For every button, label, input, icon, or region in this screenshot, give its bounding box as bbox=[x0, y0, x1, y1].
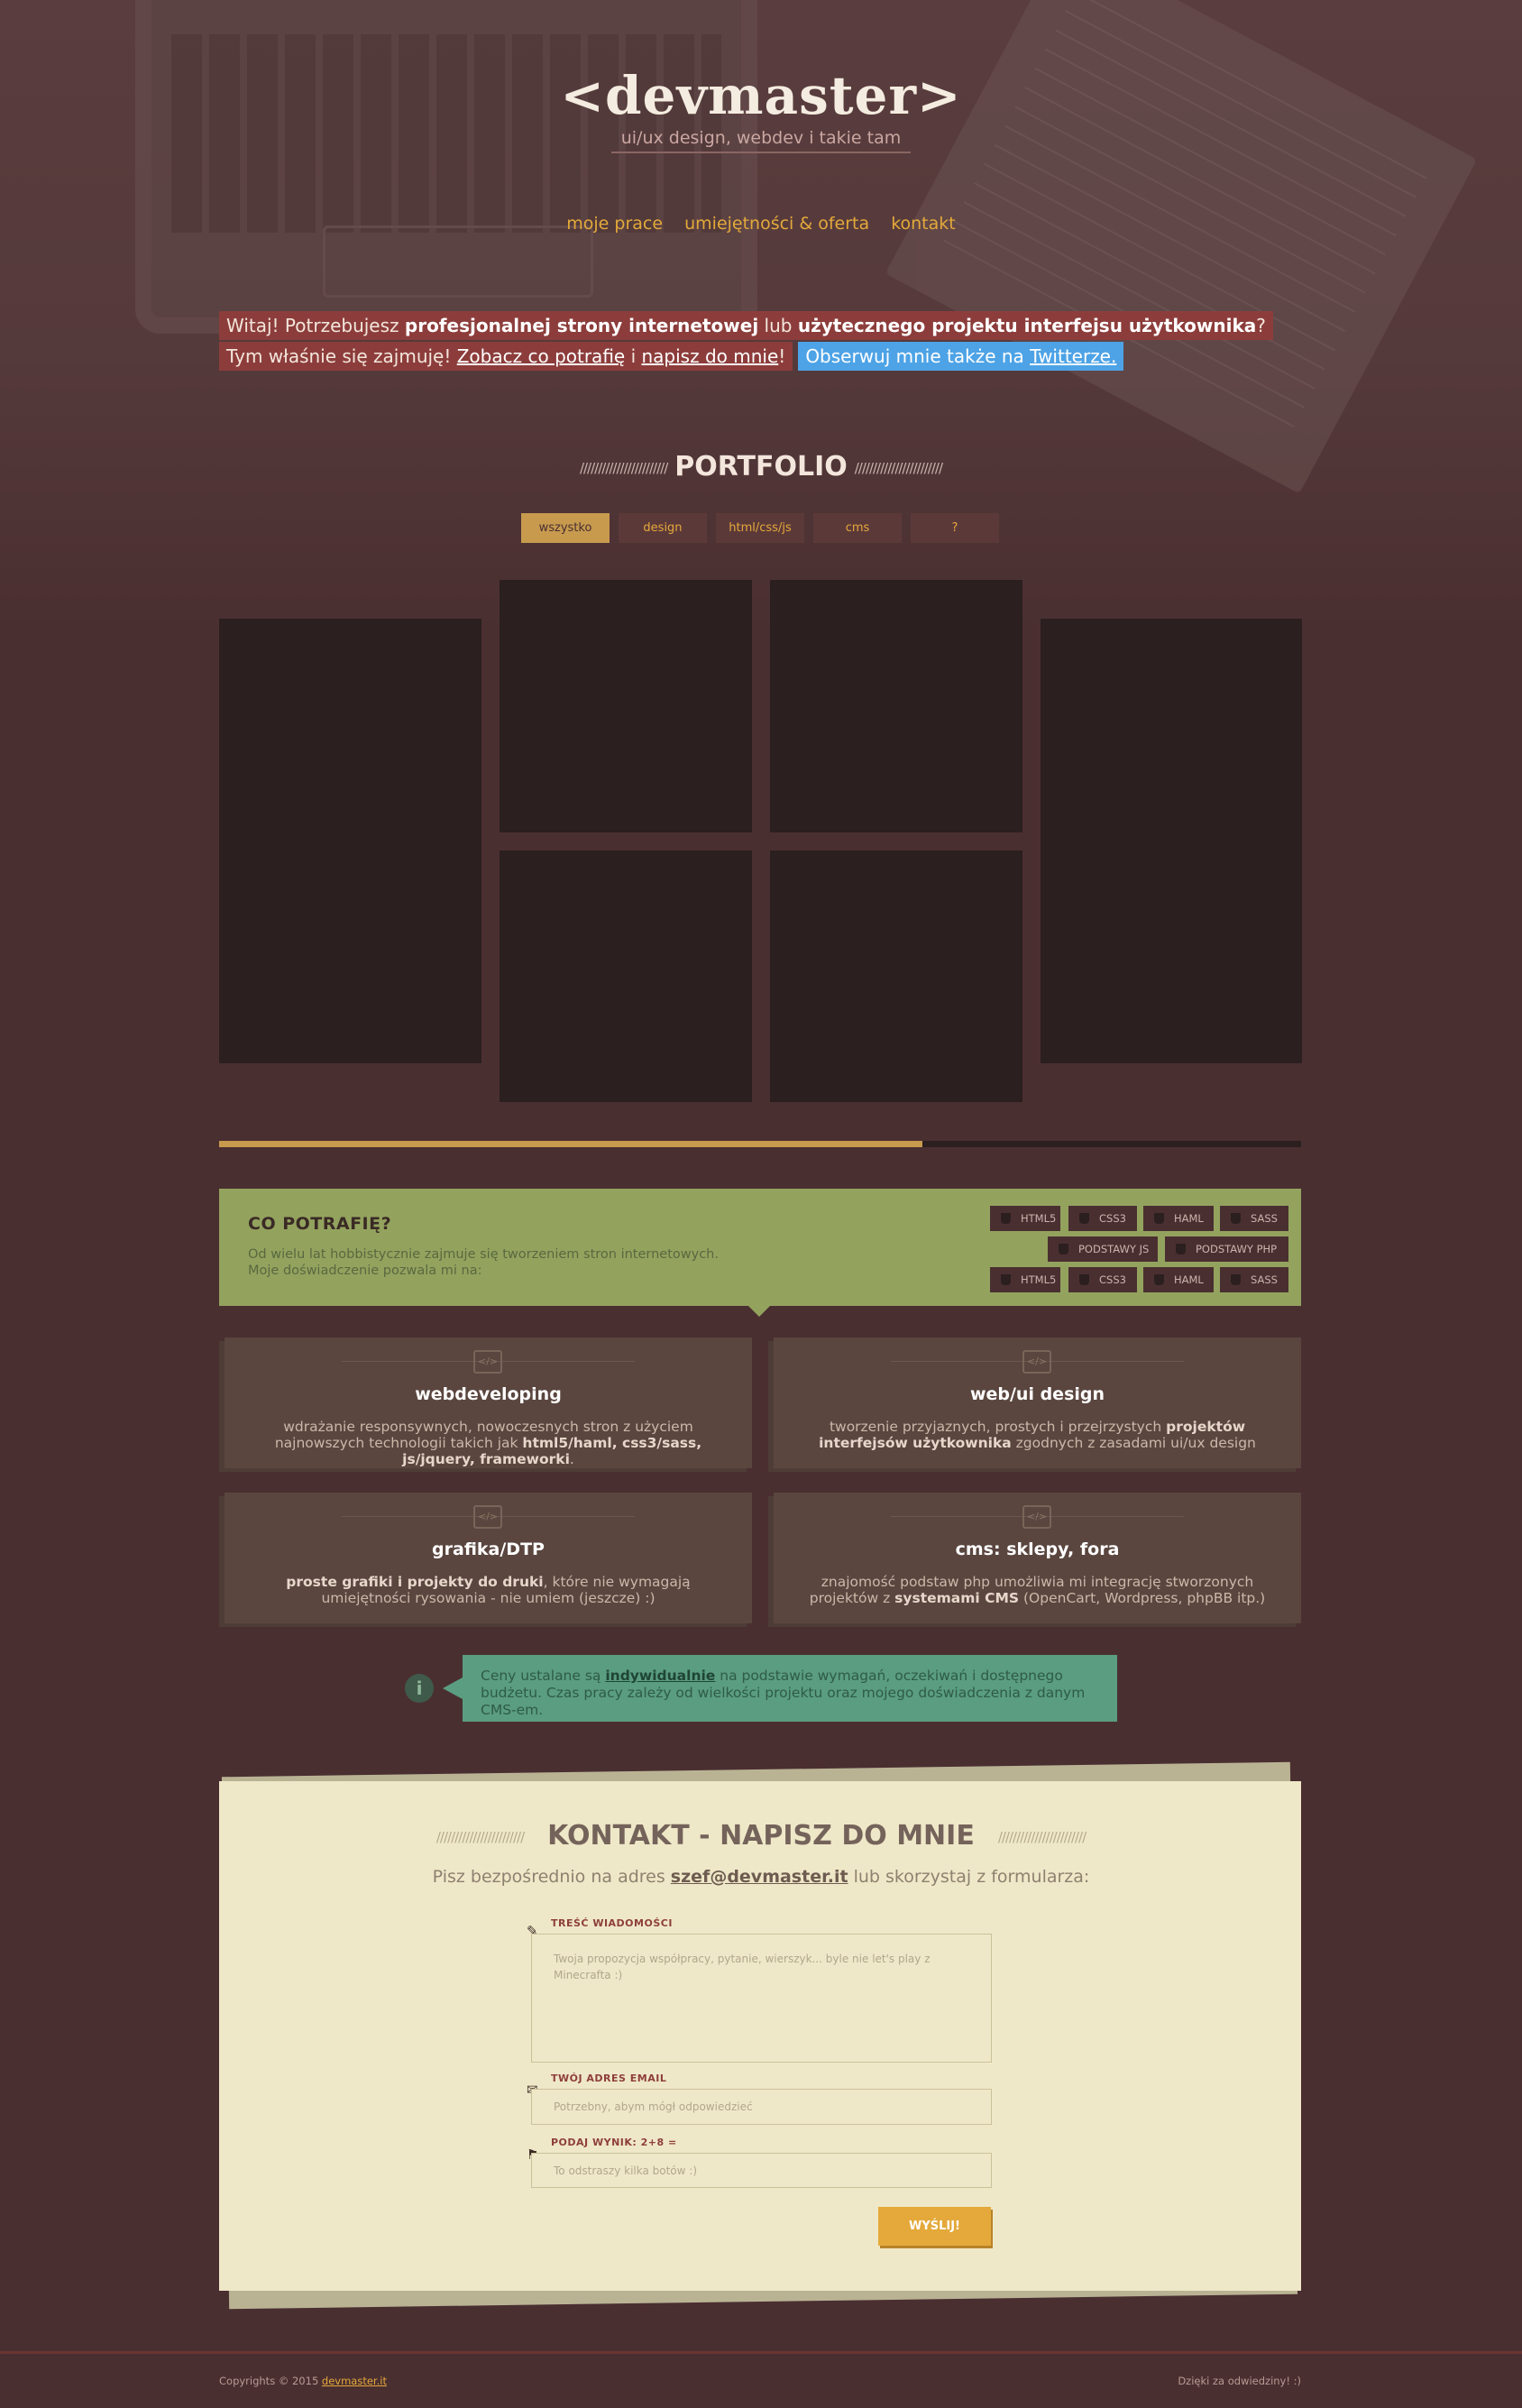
intro-bold-web: profesjonalnej strony internetowej bbox=[404, 315, 759, 336]
contact-sub-part: lub skorzystaj z formularza: bbox=[848, 1867, 1090, 1887]
contact-subtitle: Pisz bezpośrednio na adres szef@devmaste… bbox=[0, 1867, 1522, 1887]
message-textarea[interactable] bbox=[531, 1934, 992, 2063]
intro-link-contact[interactable]: napisz do mnie bbox=[642, 345, 779, 367]
intro-text-part: Witaj! Potrzebujesz bbox=[226, 315, 405, 336]
card-text-bold: systemami CMS bbox=[894, 1590, 1020, 1606]
card-text-part: tworzenie przyjaznych, prostych i przejr… bbox=[829, 1419, 1167, 1435]
footer-copyright: Copyrights © 2015 devmaster.it bbox=[219, 2375, 387, 2387]
logo[interactable]: <devmaster> bbox=[0, 65, 1522, 126]
tagline: ui/ux design, webdev i takie tam bbox=[611, 128, 911, 153]
card-text-part: . bbox=[569, 1451, 574, 1467]
code-window-icon: </> bbox=[473, 1505, 502, 1529]
filter-other[interactable]: ? bbox=[911, 513, 999, 543]
card-text-bold: proste grafiki i projekty do druki bbox=[286, 1574, 544, 1590]
card-text: tworzenie przyjaznych, prostych i przejr… bbox=[792, 1419, 1283, 1451]
contact-sub-part: Pisz bezpośrednio na adres bbox=[432, 1867, 671, 1887]
portfolio-item[interactable] bbox=[770, 580, 1022, 832]
badge-haml: HAML bbox=[1143, 1206, 1214, 1231]
filter-cms[interactable]: cms bbox=[813, 513, 902, 543]
card-text: znajomość podstaw php umożliwia mi integ… bbox=[792, 1574, 1283, 1606]
nav-link-umiejetnosci[interactable]: umiejętności & oferta bbox=[684, 214, 869, 234]
skills-description: Od wielu lat hobbistycznie zajmuje się t… bbox=[248, 1247, 719, 1278]
code-window-icon: </> bbox=[1022, 1505, 1051, 1529]
contact-email-link[interactable]: szef@devmaster.it bbox=[671, 1867, 848, 1887]
copyright-text: Copyrights © 2015 bbox=[219, 2375, 322, 2387]
footer-thanks: Dzięki za odwiedziny! :) bbox=[1178, 2375, 1301, 2387]
intro-link-skills[interactable]: Zobacz co potrafię bbox=[457, 345, 625, 367]
twitter-link[interactable]: Twitterze. bbox=[1030, 345, 1116, 367]
info-icon: i bbox=[405, 1674, 434, 1703]
message-label: TREŚĆ WIADOMOŚCI bbox=[551, 1917, 673, 1929]
portfolio-item[interactable] bbox=[219, 619, 481, 1063]
main-nav: moje prace umiejętności & oferta kontakt bbox=[0, 214, 1522, 234]
footer-divider bbox=[0, 2351, 1522, 2354]
intro-text-part: lub bbox=[758, 315, 798, 336]
card-title: grafika/DTP bbox=[432, 1539, 545, 1559]
nav-link-moje-prace[interactable]: moje prace bbox=[566, 214, 663, 234]
card-title: cms: sklepy, fora bbox=[955, 1539, 1120, 1559]
pricing-info-box: Ceny ustalane są indywidualnie na podsta… bbox=[443, 1655, 1117, 1722]
badge-html5: HTML5 bbox=[990, 1206, 1060, 1231]
card-text: proste grafiki i projekty do druki, któr… bbox=[243, 1574, 734, 1606]
filter-html-css-js[interactable]: html/css/js bbox=[716, 513, 804, 543]
badge-podstawy-php: PODSTAWY PHP bbox=[1165, 1236, 1288, 1262]
badge-css3: CSS3 bbox=[1068, 1267, 1137, 1292]
twitter-callout: Obserwuj mnie także na Twitterze. bbox=[798, 342, 1124, 371]
portfolio-progress-bar bbox=[219, 1141, 1301, 1147]
twitter-text: Obserwuj mnie także na bbox=[805, 345, 1031, 367]
slashes-right: //////////////////////// bbox=[854, 459, 943, 476]
badge-haml: HAML bbox=[1143, 1267, 1214, 1292]
card-text: wdrażanie responsywnych, nowoczesnych st… bbox=[243, 1419, 734, 1467]
portfolio-item[interactable] bbox=[1041, 619, 1302, 1063]
code-window-icon: </> bbox=[473, 1350, 502, 1374]
badge-sass: SASS bbox=[1220, 1206, 1288, 1231]
email-label: TWÓJ ADRES EMAIL bbox=[551, 2073, 667, 2084]
portfolio-item[interactable] bbox=[500, 850, 752, 1102]
intro-bold-ui: użytecznego projektu interfejsu użytkown… bbox=[797, 315, 1257, 336]
filter-wszystko[interactable]: wszystko bbox=[521, 513, 610, 543]
portfolio-heading: //////////////////////// PORTFOLIO ///////… bbox=[0, 451, 1522, 483]
skills-title: CO POTRAFIĘ? bbox=[248, 1214, 392, 1234]
portfolio-item[interactable] bbox=[500, 580, 752, 832]
skill-card-webdeveloping: </> webdeveloping wdrażanie responsywnyc… bbox=[225, 1337, 752, 1468]
intro-text-part: i bbox=[625, 345, 642, 367]
card-text-part: zgodnych z zasadami ui/ux design bbox=[1011, 1435, 1256, 1451]
card-text-part: (OpenCart, Wordpress, phpBB itp.) bbox=[1019, 1590, 1266, 1606]
intro-text: Witaj! Potrzebujesz profesjonalnej stron… bbox=[219, 310, 1283, 372]
card-title: webdeveloping bbox=[415, 1384, 562, 1404]
portfolio-item[interactable] bbox=[770, 850, 1022, 1102]
filter-design[interactable]: design bbox=[619, 513, 707, 543]
info-bold: indywidualnie bbox=[605, 1668, 716, 1684]
badge-podstawy-js: PODSTAWY JS bbox=[1048, 1236, 1158, 1262]
intro-text-part: ! bbox=[778, 345, 786, 367]
slashes-left: //////////////////////// bbox=[579, 459, 668, 476]
portfolio-title: PORTFOLIO bbox=[674, 451, 848, 483]
slashes-left: //////////////////////// bbox=[436, 1828, 525, 1845]
card-title: web/ui design bbox=[969, 1384, 1105, 1404]
captcha-label: PODAJ WYNIK: 2+8 = bbox=[551, 2137, 677, 2148]
skill-card-cms: </> cms: sklepy, fora znajomość podstaw … bbox=[774, 1493, 1301, 1623]
send-button[interactable]: WYŚLIJ! bbox=[878, 2207, 991, 2246]
skill-card-web-ui-design: </> web/ui design tworzenie przyjaznych,… bbox=[774, 1337, 1301, 1468]
slashes-right: //////////////////////// bbox=[997, 1828, 1086, 1845]
contact-heading: //////////////////////// KONTAKT - NAPISZ… bbox=[0, 1820, 1522, 1852]
email-input[interactable] bbox=[531, 2089, 992, 2125]
captcha-input[interactable] bbox=[531, 2153, 992, 2188]
info-text-part: Ceny ustalane są bbox=[481, 1668, 606, 1684]
code-window-icon: </> bbox=[1022, 1350, 1051, 1374]
badge-css3: CSS3 bbox=[1068, 1206, 1137, 1231]
progress-fill bbox=[219, 1141, 922, 1147]
skill-card-grafika-dtp: </> grafika/DTP proste grafiki i projekt… bbox=[225, 1493, 752, 1623]
footer-site-link[interactable]: devmaster.it bbox=[322, 2375, 387, 2387]
badge-html5: HTML5 bbox=[990, 1267, 1060, 1292]
laptop-background-image bbox=[135, 0, 757, 334]
portfolio-filters: wszystko design html/css/js cms ? bbox=[521, 513, 999, 543]
contact-title: KONTAKT - NAPISZ DO MNIE bbox=[547, 1820, 975, 1852]
skills-arrow bbox=[748, 1306, 770, 1317]
badge-sass: SASS bbox=[1220, 1267, 1288, 1292]
nav-link-kontakt[interactable]: kontakt bbox=[891, 214, 956, 234]
